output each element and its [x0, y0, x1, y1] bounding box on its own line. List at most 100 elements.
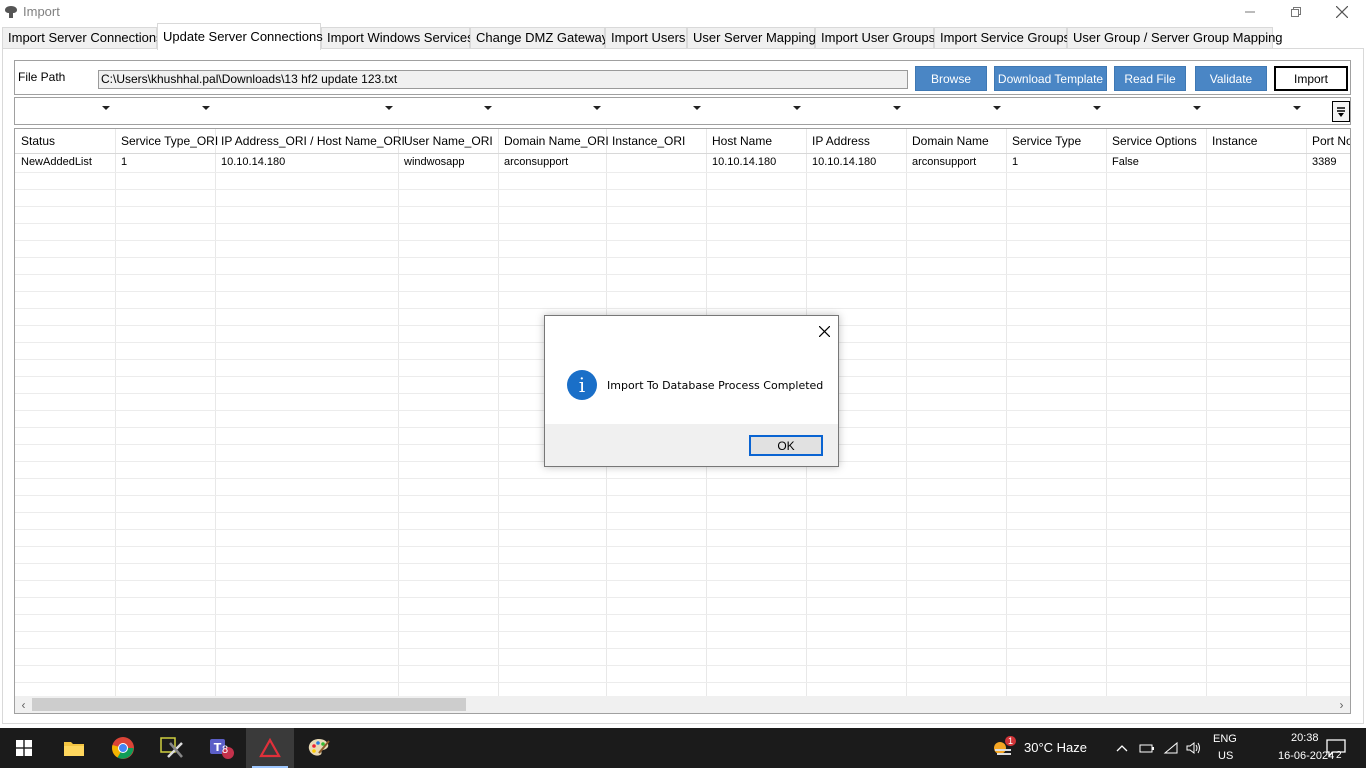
weather-text[interactable]: 30°C Haze [1024, 740, 1087, 755]
filter-dropdown-ip-address[interactable] [893, 106, 901, 110]
filter-dropdown-instance[interactable] [1293, 106, 1301, 110]
palette-icon [308, 739, 330, 756]
dialog-footer: OK [545, 424, 838, 466]
table-cell[interactable] [1206, 153, 1212, 172]
table-cell[interactable]: 1 [1006, 153, 1018, 172]
filter-dropdown-user-name-ori[interactable] [484, 106, 492, 110]
column-header-instance-ori[interactable]: Instance_ORI [606, 129, 685, 153]
svg-text:T: T [214, 741, 222, 754]
file-path-label: File Path [18, 70, 66, 84]
tab-import-user-groups[interactable]: Import User Groups [815, 27, 935, 49]
weather-badge: 1 [1005, 736, 1017, 746]
table-cell[interactable] [606, 153, 612, 172]
tools-icon [160, 737, 183, 758]
battery-icon[interactable] [1139, 740, 1155, 756]
filter-dropdown-service-type[interactable] [1093, 106, 1101, 110]
tab-user-server-mapping[interactable]: User Server Mapping [687, 27, 816, 49]
scroll-right-icon[interactable]: › [1333, 696, 1350, 713]
language-top[interactable]: ENG [1213, 733, 1237, 745]
filter-dropdown-service-type-ori[interactable] [202, 106, 210, 110]
table-cell[interactable]: 10.10.14.180 [706, 153, 776, 172]
chrome-icon [112, 737, 134, 759]
read-file-button[interactable]: Read File [1114, 66, 1186, 91]
file-path-input[interactable]: C:\Users\khushhal.pal\Downloads\13 hf2 u… [98, 70, 908, 89]
start-button[interactable] [0, 728, 48, 768]
column-chooser-button[interactable] [1332, 101, 1350, 122]
close-button[interactable] [1319, 0, 1365, 24]
minimize-icon [1245, 11, 1255, 13]
tab-import-server-connections[interactable]: Import Server Connections [2, 27, 163, 49]
windows-icon [16, 740, 32, 756]
column-header-ip-address[interactable]: IP Address [806, 129, 870, 153]
column-header-service-type-ori[interactable]: Service Type_ORI [115, 129, 218, 153]
download-template-button[interactable]: Download Template [994, 66, 1107, 91]
table-cell[interactable]: arconsupport [498, 153, 568, 172]
column-header-host-name[interactable]: Host Name [706, 129, 772, 153]
column-header-ip-address-ori[interactable]: IP Address_ORI / Host Name_ORI [215, 129, 405, 153]
volume-icon[interactable] [1186, 740, 1202, 756]
window-title: Import [23, 4, 60, 19]
column-header-service-type[interactable]: Service Type [1006, 129, 1081, 153]
info-icon: i [567, 370, 597, 400]
taskbar-chrome[interactable] [99, 728, 147, 768]
scroll-left-icon[interactable]: ‹ [15, 696, 32, 713]
column-header-service-options[interactable]: Service Options [1106, 129, 1197, 153]
title-bar: Import [0, 0, 1366, 24]
import-button[interactable]: Import [1274, 66, 1348, 91]
filter-dropdown-service-options[interactable] [1193, 106, 1201, 110]
restore-button[interactable] [1273, 0, 1319, 24]
dialog-message: Import To Database Process Completed [607, 379, 824, 392]
filter-dropdown-domain-name[interactable] [993, 106, 1001, 110]
tab-change-dmz-gateway[interactable]: Change DMZ Gateway [470, 27, 608, 49]
table-cell[interactable]: NewAddedList [15, 153, 92, 172]
notification-count: 2 [1336, 750, 1342, 761]
dialog-close-button[interactable] [813, 320, 835, 342]
table-cell[interactable]: windwosapp [398, 153, 465, 172]
taskbar-arcon-app[interactable] [246, 728, 294, 768]
taskbar-tools-app[interactable] [148, 728, 196, 768]
tab-import-service-groups[interactable]: Import Service Groups [934, 27, 1070, 49]
scroll-thumb[interactable] [32, 698, 466, 711]
column-header-instance[interactable]: Instance [1206, 129, 1257, 153]
table-cell[interactable]: 1 [115, 153, 127, 172]
app-icon [5, 6, 17, 18]
minimize-button[interactable] [1227, 0, 1273, 24]
filter-dropdown-host-name[interactable] [793, 106, 801, 110]
browse-button[interactable]: Browse [915, 66, 987, 91]
tab-update-server-connections[interactable]: Update Server Connections [157, 23, 323, 50]
filter-row [14, 97, 1351, 125]
table-cell[interactable]: arconsupport [906, 153, 976, 172]
horizontal-scrollbar[interactable]: ‹ › [15, 696, 1350, 713]
table-cell[interactable]: 10.10.14.180 [215, 153, 285, 172]
validate-button[interactable]: Validate [1195, 66, 1267, 91]
chevron-up-icon[interactable] [1114, 740, 1130, 756]
taskbar-file-explorer[interactable] [50, 728, 98, 768]
clock-time[interactable]: 20:38 [1291, 732, 1319, 744]
column-header-status[interactable]: Status [15, 129, 55, 153]
language-bottom[interactable]: US [1218, 750, 1233, 762]
table-cell[interactable]: 3389 [1306, 153, 1336, 172]
close-icon [1336, 6, 1348, 18]
tab-import-windows-services[interactable]: Import Windows Services [321, 27, 474, 49]
column-header-domain-name[interactable]: Domain Name [906, 129, 989, 153]
taskbar-teams[interactable]: T 8 [197, 728, 245, 768]
wifi-icon[interactable] [1163, 740, 1179, 756]
column-header-domain-name-ori[interactable]: Domain Name_ORI [498, 129, 609, 153]
filter-dropdown-ip-address-ori[interactable] [385, 106, 393, 110]
teams-icon: T [210, 739, 234, 759]
restore-icon [1291, 7, 1301, 17]
table-cell[interactable]: 10.10.14.180 [806, 153, 876, 172]
column-chooser-icon [1337, 106, 1345, 117]
tab-import-users[interactable]: Import Users [605, 27, 687, 49]
table-cell[interactable]: False [1106, 153, 1139, 172]
filter-dropdown-domain-name-ori[interactable] [593, 106, 601, 110]
column-header-user-name-ori[interactable]: User Name_ORI [398, 129, 493, 153]
message-dialog: i Import To Database Process Completed O… [544, 315, 839, 467]
taskbar-paint[interactable] [295, 728, 343, 768]
column-header-port-no[interactable]: Port No [1306, 129, 1350, 153]
filter-dropdown-instance-ori[interactable] [693, 106, 701, 110]
tab-strip: Import Server Connections Update Server … [2, 23, 1364, 50]
ok-button[interactable]: OK [749, 435, 823, 456]
tab-user-group-server-group-mapping[interactable]: User Group / Server Group Mapping [1067, 27, 1283, 49]
filter-dropdown-status[interactable] [102, 106, 110, 110]
